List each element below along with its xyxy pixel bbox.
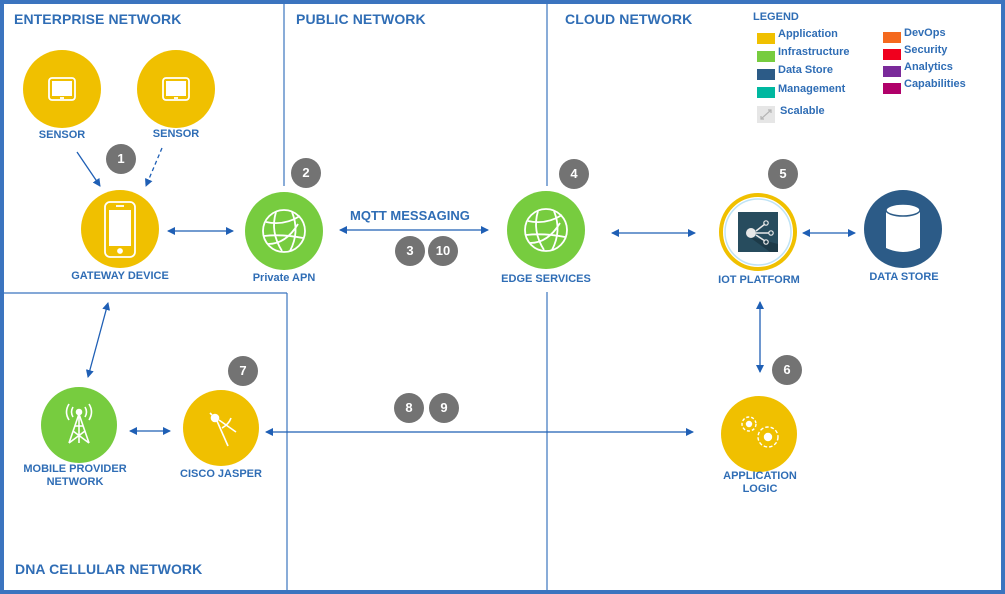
zone-title-cloud: CLOUD NETWORK (565, 11, 693, 27)
legend-swatch-management (757, 87, 775, 98)
arrow-sensor2-gateway (145, 147, 163, 187)
node-sensor-2[interactable] (137, 50, 215, 128)
label-gateway-device: GATEWAY DEVICE (71, 270, 169, 282)
step-badge-2: 2 (291, 158, 321, 188)
legend-item-infrastructure: Infrastructure (778, 46, 850, 58)
legend-item-application: Application (778, 28, 838, 40)
step-badge-9: 9 (429, 393, 459, 423)
node-private-apn[interactable] (245, 192, 323, 270)
node-data-store[interactable] (864, 190, 942, 268)
zone-title-public: PUBLIC NETWORK (296, 11, 426, 27)
label-sensor-1: SENSOR (38, 129, 86, 141)
legend-swatch-application (757, 33, 775, 44)
legend-swatch-data-store (757, 69, 775, 80)
legend-item-data-store: Data Store (778, 64, 834, 76)
legend-swatch-analytics (883, 66, 901, 77)
legend-item-devops: DevOps (904, 27, 946, 39)
legend-title: LEGEND (753, 11, 799, 23)
arrow-gateway-mobile (85, 302, 111, 378)
iot-architecture-diagram: ENTERPRISE NETWORK PUBLIC NETWORK CLOUD … (0, 0, 1005, 594)
node-sensor-1[interactable] (23, 50, 101, 128)
step-badge-8: 8 (394, 393, 424, 423)
label-private-apn: Private APN (252, 272, 316, 284)
label-mobile-provider-line1: MOBILE PROVIDER (23, 463, 127, 475)
node-cisco-jasper[interactable] (183, 390, 259, 466)
label-cisco-jasper: CISCO JASPER (180, 468, 262, 480)
legend-item-analytics: Analytics (904, 61, 953, 73)
node-edge-services[interactable] (507, 191, 585, 269)
legend-swatch-capabilities (883, 83, 901, 94)
label-edge-services: EDGE SERVICES (501, 273, 591, 285)
node-gateway-device[interactable] (81, 190, 159, 268)
step-badge-6: 6 (772, 355, 802, 385)
legend-item-capabilities: Capabilities (904, 78, 966, 90)
label-data-store: DATA STORE (869, 271, 939, 283)
step-badge-7: 7 (228, 356, 258, 386)
node-iot-platform[interactable] (719, 193, 797, 271)
node-mobile-provider-network[interactable] (41, 387, 117, 463)
diagram-canvas (0, 0, 1005, 594)
legend-item-security: Security (904, 44, 948, 56)
label-application-logic-line1: APPLICATION (723, 470, 797, 482)
label-sensor-2: SENSOR (152, 128, 200, 140)
legend-swatch-devops (883, 32, 901, 43)
iot-platform-icon (738, 212, 778, 252)
database-cylinder-icon (885, 203, 921, 252)
expand-arrows-icon (757, 106, 775, 123)
legend-swatch-infrastructure (757, 51, 775, 62)
step-badge-5: 5 (768, 159, 798, 189)
step-badge-10: 10 (428, 236, 458, 266)
legend-item-scalable: Scalable (780, 105, 825, 117)
node-application-logic[interactable] (721, 396, 797, 472)
step-badge-4: 4 (559, 159, 589, 189)
step-badge-3: 3 (395, 236, 425, 266)
label-application-logic-line2: LOGIC (742, 483, 778, 495)
zone-title-cellular: DNA CELLULAR NETWORK (15, 561, 203, 577)
legend-item-management: Management (778, 83, 846, 95)
step-badge-1: 1 (106, 144, 136, 174)
zone-title-enterprise: ENTERPRISE NETWORK (14, 11, 182, 27)
label-mobile-provider-line2: NETWORK (46, 476, 104, 488)
label-iot-platform: IOT PLATFORM (718, 274, 800, 286)
legend-swatch-security (883, 49, 901, 60)
arrow-sensor1-gateway (76, 151, 101, 187)
flow-label-mqtt-messaging: MQTT MESSAGING (350, 208, 470, 223)
